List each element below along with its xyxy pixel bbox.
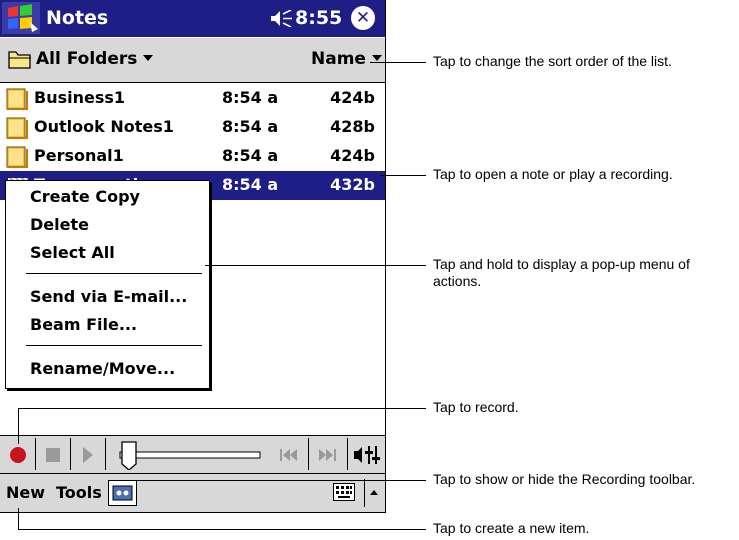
menu-divider — [26, 345, 202, 346]
speaker-volume-button[interactable] — [348, 438, 384, 470]
callout-line-open — [380, 175, 426, 176]
new-menu[interactable]: New — [6, 483, 45, 502]
callout-line-record-v — [18, 408, 19, 444]
play-icon — [83, 447, 93, 463]
callout-line-record — [18, 408, 426, 409]
sort-selector[interactable]: Name — [311, 49, 382, 69]
speaker-volume-icon — [354, 446, 380, 464]
note-icon — [6, 117, 28, 139]
note-size: 424b — [330, 88, 375, 107]
note-name: Personal1 — [34, 146, 124, 165]
note-icon — [6, 146, 28, 168]
pocket-pc-screen: Notes 8:55 ✕ All Folders Name Business1 … — [0, 0, 386, 513]
callout-new-item: Tap to create a new item. — [433, 520, 590, 536]
folder-selector[interactable]: All Folders — [36, 49, 154, 69]
recording-toolbar-toggle[interactable] — [108, 480, 137, 506]
note-name: Business1 — [34, 88, 126, 107]
callout-line-new — [18, 529, 426, 530]
tools-menu[interactable]: Tools — [56, 483, 102, 502]
menu-bar: New Tools — [0, 473, 385, 512]
play-button[interactable] — [71, 438, 106, 470]
recording-toolbar — [0, 435, 385, 473]
callout-hold: Tap and hold to display a pop-up menu of… — [433, 256, 690, 289]
menu-item-delete[interactable]: Delete — [30, 215, 89, 234]
keyboard-icon[interactable] — [333, 483, 355, 501]
callout-line-new-v — [18, 508, 19, 529]
note-size: 432b — [330, 175, 375, 194]
note-size: 428b — [330, 117, 375, 136]
list-item[interactable]: Business1 8:54 a 424b — [0, 84, 385, 113]
skip-forward-button[interactable] — [309, 438, 348, 470]
note-icon — [6, 88, 28, 110]
slider-track — [119, 441, 261, 471]
callout-record: Tap to record. — [433, 399, 519, 415]
skip-forward-icon — [319, 449, 336, 461]
chevron-up-icon — [364, 479, 378, 507]
list-item[interactable]: Outlook Notes1 8:54 a 428b — [0, 113, 385, 142]
skip-back-button[interactable] — [270, 438, 309, 470]
windows-start-icon[interactable] — [2, 2, 40, 34]
note-name: Outlook Notes1 — [34, 117, 174, 136]
callout-line-hold — [205, 265, 426, 266]
callout-line-toolbar — [122, 480, 426, 481]
close-button[interactable]: ✕ — [351, 6, 375, 30]
callout-line-sort — [370, 62, 426, 63]
volume-icon[interactable] — [271, 10, 293, 27]
slider-thumb — [121, 441, 137, 471]
folder-icon — [8, 51, 31, 69]
callout-toolbar: Tap to show or hide the Recording toolba… — [433, 471, 696, 487]
input-selector-arrow[interactable] — [364, 479, 384, 507]
menu-item-select-all[interactable]: Select All — [30, 243, 115, 262]
callout-sort: Tap to change the sort order of the list… — [433, 53, 672, 69]
note-time: 8:54 a — [222, 175, 279, 194]
context-menu: Create Copy Delete Select All Send via E… — [5, 180, 210, 389]
folder-bar: All Folders Name — [0, 38, 385, 83]
stop-button[interactable] — [36, 438, 71, 470]
cassette-icon — [112, 485, 133, 501]
record-button[interactable] — [2, 438, 36, 470]
list-item[interactable]: Personal1 8:54 a 424b — [0, 142, 385, 171]
menu-item-create-copy[interactable]: Create Copy — [30, 187, 140, 206]
note-size: 424b — [330, 146, 375, 165]
callout-open: Tap to open a note or play a recording. — [433, 166, 673, 182]
menu-divider — [26, 273, 202, 274]
menu-item-rename-move[interactable]: Rename/Move... — [30, 359, 175, 378]
volume-slider[interactable] — [106, 438, 264, 471]
chevron-down-icon — [371, 55, 382, 61]
clock[interactable]: 8:55 — [295, 7, 342, 29]
note-time: 8:54 a — [222, 88, 279, 107]
note-time: 8:54 a — [222, 117, 279, 136]
app-title: Notes — [46, 7, 109, 29]
skip-back-icon — [280, 449, 297, 461]
stop-icon — [46, 448, 60, 462]
sort-label: Name — [311, 49, 366, 69]
menu-item-send-email[interactable]: Send via E-mail... — [30, 287, 187, 306]
title-bar: Notes 8:55 ✕ — [0, 0, 385, 37]
chevron-down-icon — [143, 55, 154, 61]
menu-item-beam-file[interactable]: Beam File... — [30, 315, 137, 334]
note-time: 8:54 a — [222, 146, 279, 165]
folder-label: All Folders — [36, 49, 138, 69]
